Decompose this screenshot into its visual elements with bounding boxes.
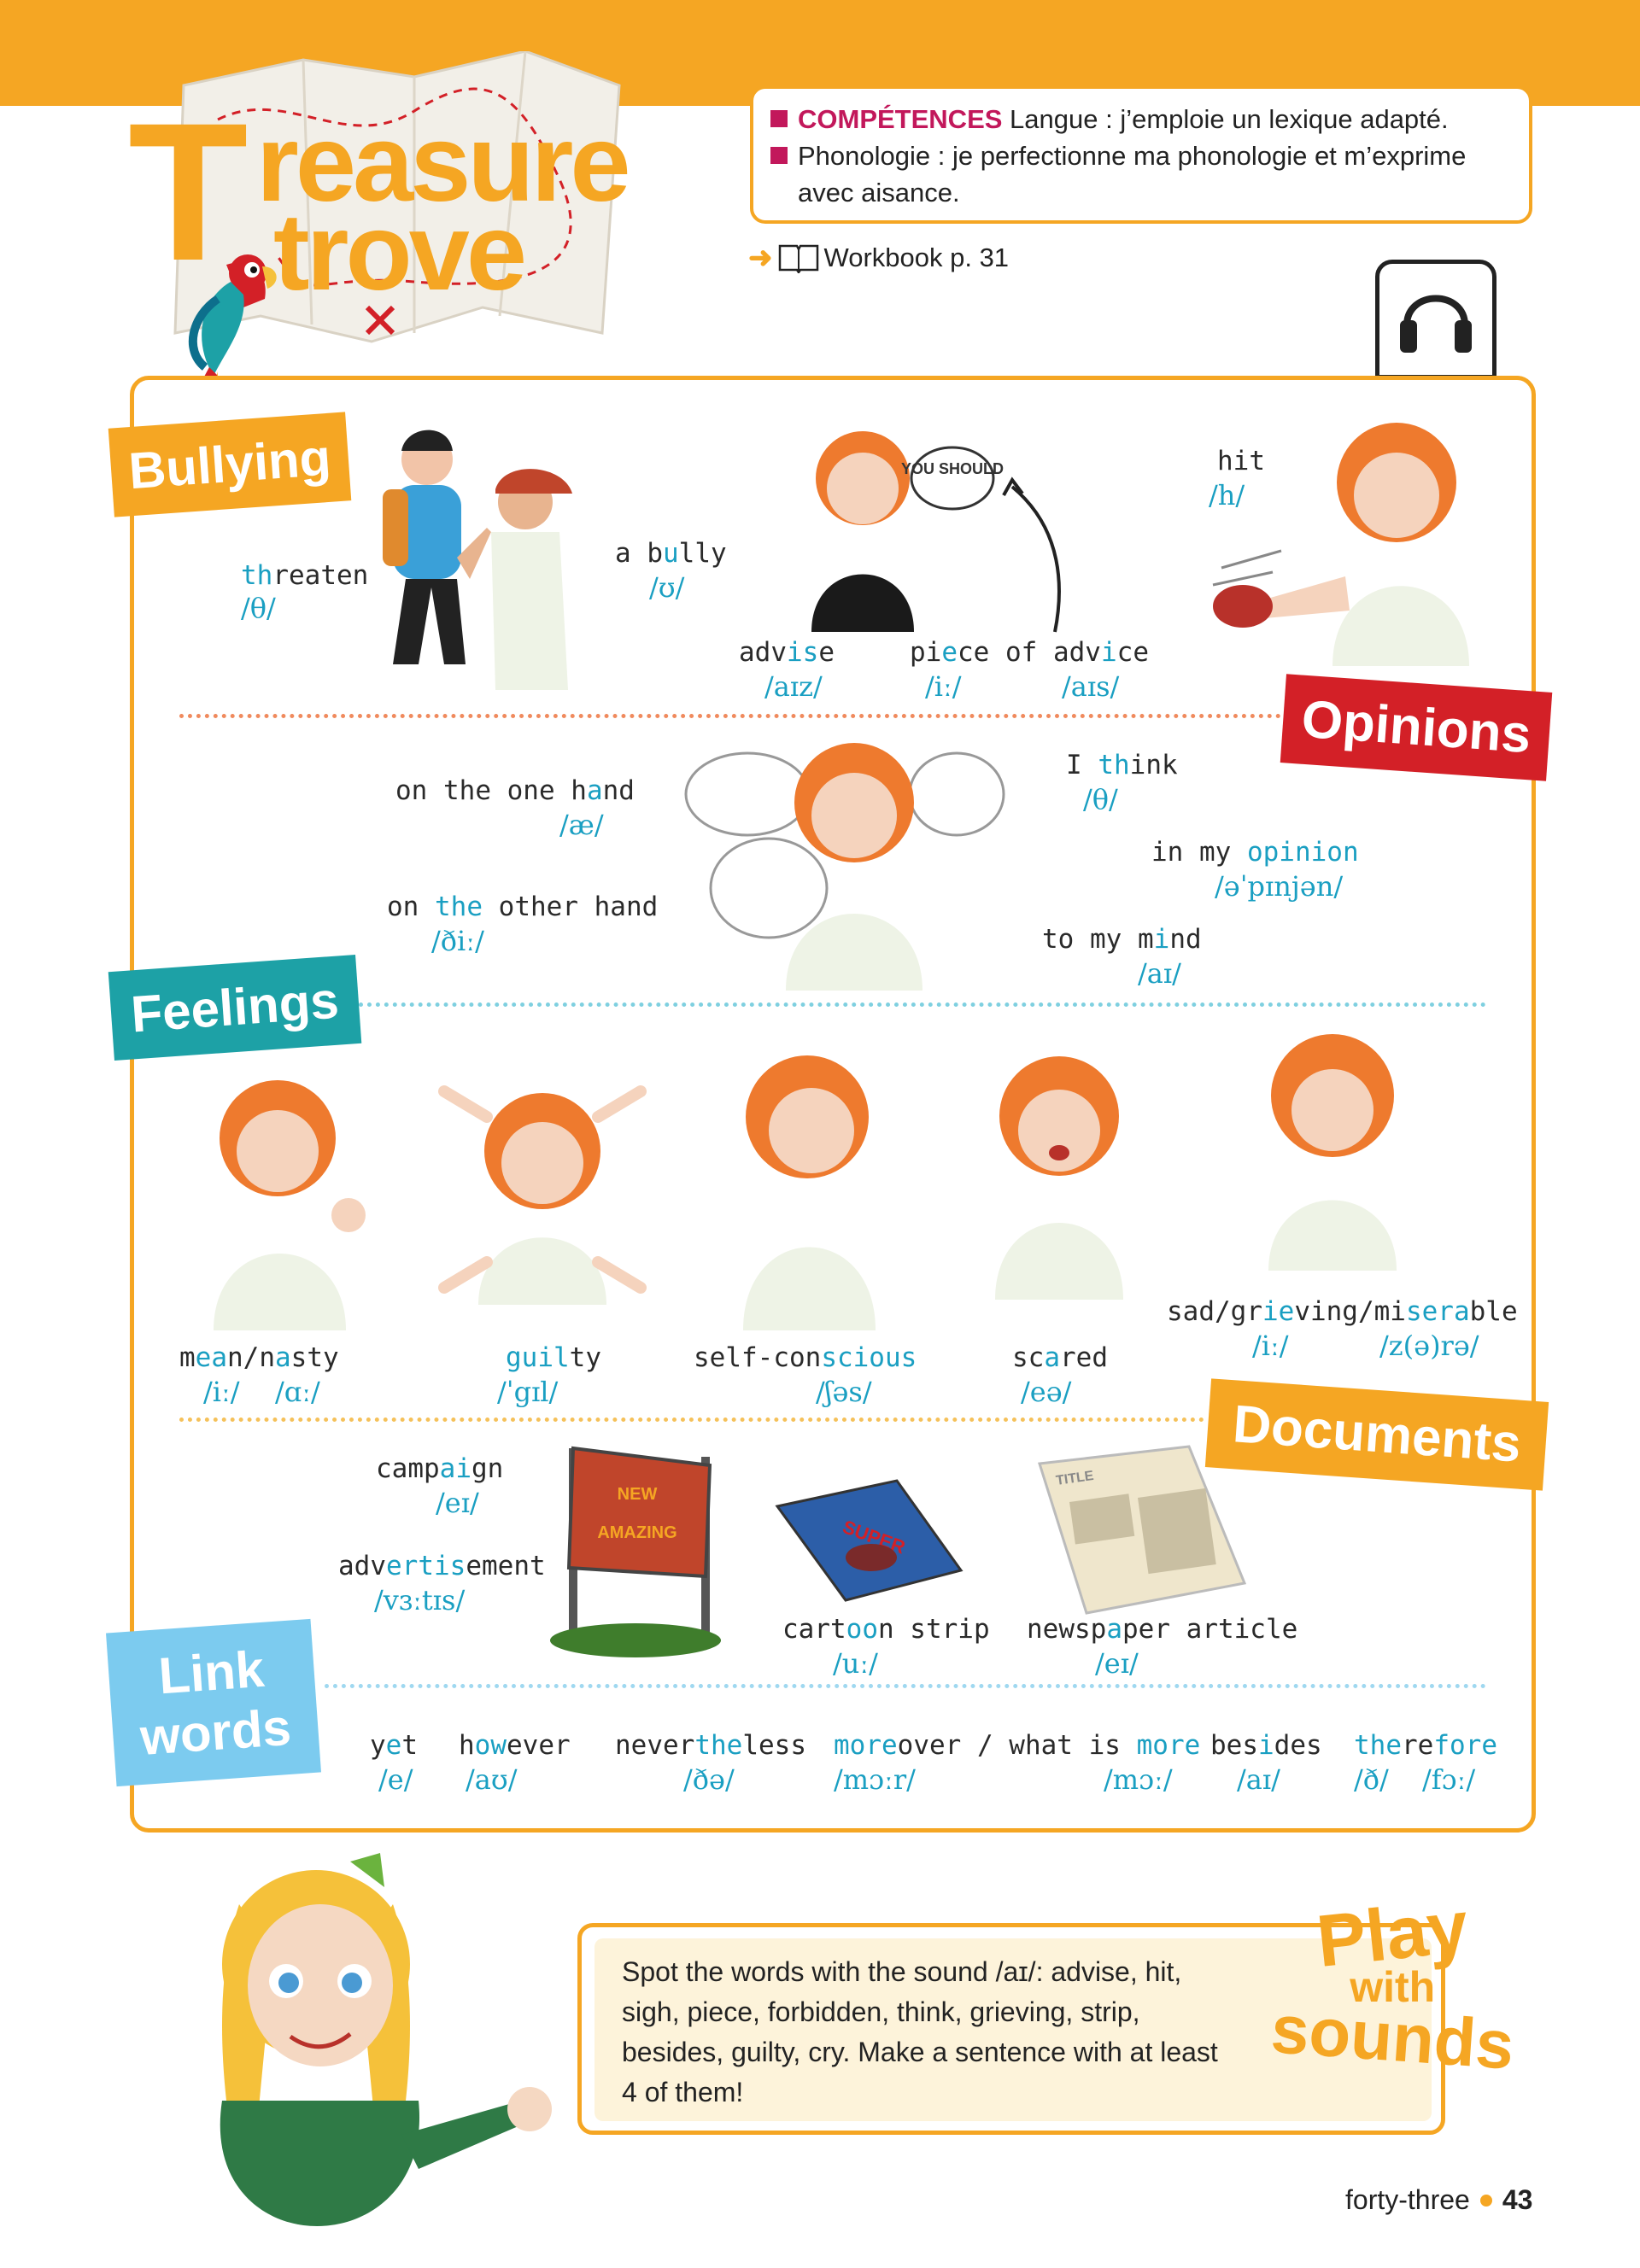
workbook-link[interactable]: ➜ Workbook p. 31 — [748, 241, 1009, 275]
section-opinions: Opinions — [1280, 674, 1553, 781]
separator-feelings — [359, 1002, 1486, 1007]
phonetic-self-conscious: /ʃəs/ — [816, 1376, 872, 1408]
word-newspaper-article: newspaper article — [1027, 1614, 1298, 1645]
phonetic-advice: /aɪs/ — [1062, 670, 1120, 703]
word-self-conscious: self-conscious — [694, 1342, 917, 1373]
phonetic-nevertheless: /ðə/ — [683, 1763, 735, 1796]
word-a-bully: a bully — [615, 538, 727, 569]
word-yet: yet — [370, 1730, 419, 1761]
mean-girl-illustration — [214, 1080, 366, 1330]
footer-dot-icon — [1479, 2194, 1492, 2207]
phonetic-however: /aʊ/ — [466, 1763, 518, 1796]
competences-text-1: Langue : j’emploie un lexique adapté. — [1002, 104, 1449, 134]
word-advise: advise — [739, 637, 835, 668]
word-in-my-opinion: in my opinion — [1151, 837, 1359, 868]
hit-girl-illustration — [1212, 423, 1469, 666]
word-campaign: campaign — [376, 1453, 504, 1484]
blonde-girl-illustration — [220, 1853, 552, 2226]
phonetic-cartoon: /uː/ — [833, 1647, 878, 1680]
phonetic-nasty: /ɑː/ — [275, 1376, 320, 1408]
play-with-sounds-title: Play with sounds — [1268, 1885, 1516, 2084]
scared-girl-illustration — [995, 1056, 1123, 1300]
bullying-scene-illustration — [383, 430, 572, 690]
phonetic-grieving: /iː/ — [1252, 1330, 1289, 1362]
phonetic-campaign: /eɪ/ — [436, 1487, 479, 1519]
play-title-word-3: sounds — [1268, 1990, 1517, 2084]
word-nevertheless: nevertheless — [615, 1730, 806, 1761]
page-footer: forty-three 43 — [1345, 2184, 1532, 2216]
phonetic-one-hand: /æ/ — [559, 809, 604, 841]
phonetic-threaten: /θ/ — [241, 592, 276, 624]
word-on-the-one-hand: on the one hand — [395, 775, 635, 806]
bubble-you-should: YOU SHOULD — [901, 460, 1004, 477]
guilty-girl-illustration — [438, 1085, 647, 1305]
word-sad-grieving-miserable: sad/grieving/miserable — [1167, 1296, 1518, 1327]
billboard-text-amazing: AMAZING — [597, 1523, 676, 1542]
book-icon — [778, 244, 818, 273]
separator-link-words — [325, 1684, 1486, 1688]
arrow-right-icon: ➜ — [748, 242, 773, 274]
phonetic-advertisement: /vɜːtɪs/ — [374, 1584, 466, 1616]
competences-text-3: avec aisance. — [798, 178, 960, 208]
word-however: however — [459, 1730, 571, 1761]
phonetic-newspaper: /eɪ/ — [1095, 1647, 1139, 1680]
opinions-girl-illustration — [684, 743, 1005, 991]
word-cartoon-strip: cartoon strip — [782, 1614, 990, 1645]
phonetic-besides: /aɪ/ — [1237, 1763, 1280, 1796]
phonetic-guilty: /ˈgɪl/ — [497, 1376, 559, 1408]
phonetic-advise: /aɪz/ — [764, 670, 823, 703]
phonetic-a-bully: /ʊ/ — [649, 571, 685, 604]
word-mean-nasty: mean/nasty — [179, 1342, 339, 1373]
phonetic-moreover: /mɔːr/ — [834, 1763, 916, 1796]
workbook-label: Workbook p. 31 — [823, 243, 1010, 272]
phonetic-therefore-the: /ð/ — [1354, 1763, 1389, 1796]
separator-documents — [179, 1418, 1204, 1422]
comic-book-illustration: SUPER — [775, 1479, 964, 1602]
section-link-words: Link words — [106, 1618, 321, 1787]
phonetic-think: /θ/ — [1083, 783, 1118, 815]
phonetic-mean: /iː/ — [203, 1376, 240, 1408]
billboard-illustration: NEW AMAZING — [550, 1446, 721, 1657]
section-feelings: Feelings — [108, 955, 362, 1061]
word-guilty: guilty — [506, 1342, 601, 1373]
bullet-square-icon — [770, 110, 788, 127]
word-moreover-what-is-more: moreover / what is more — [834, 1730, 1201, 1761]
billboard-text-new: NEW — [618, 1485, 658, 1504]
self-conscious-girl-illustration — [743, 1055, 876, 1330]
phonetic-other-hand: /ðiː/ — [431, 925, 484, 957]
word-to-my-mind: to my mind — [1042, 924, 1202, 955]
play-with-sounds-text: Spot the words with the sound /aɪ/: advi… — [622, 1956, 1218, 2107]
page-number-words: forty-three — [1345, 2184, 1470, 2215]
advise-girl-illustration: YOU SHOULD — [811, 431, 1061, 633]
competences-line-1: COMPÉTENCES Langue : j’emploie un lexiqu… — [770, 101, 1512, 137]
word-piece-of-advice: piece of advice — [910, 637, 1149, 668]
word-on-the-other-hand: on the other hand — [387, 891, 659, 922]
phonetic-mind: /aɪ/ — [1138, 957, 1181, 990]
competences-box: COMPÉTENCES Langue : j’emploie un lexiqu… — [750, 85, 1532, 224]
word-therefore: therefore — [1354, 1730, 1497, 1761]
phonetic-miserable: /z(ə)rə/ — [1379, 1330, 1479, 1362]
word-besides: besides — [1210, 1730, 1322, 1761]
competences-line-2: Phonologie : je perfectionne ma phonolog… — [770, 137, 1512, 174]
competences-text-2: Phonologie : je perfectionne ma phonolog… — [798, 141, 1467, 171]
bullet-square-icon — [770, 147, 788, 164]
title-line2: trove — [273, 191, 527, 313]
word-threaten: threaten — [241, 560, 369, 591]
newspaper-illustration: TITLE — [1038, 1445, 1247, 1615]
phonetic-yet: /e/ — [378, 1763, 413, 1796]
competences-label: COMPÉTENCES — [798, 104, 1003, 134]
phonetic-piece: /iː/ — [925, 670, 962, 703]
section-bullying: Bullying — [108, 412, 352, 517]
word-advertisement: advertisement — [338, 1551, 546, 1581]
word-scared: scared — [1012, 1342, 1108, 1373]
phonetic-opinion: /əˈpɪnjən/ — [1215, 870, 1344, 903]
word-i-think: I think — [1066, 750, 1178, 780]
phonetic-what-is-more: /mɔː/ — [1104, 1763, 1173, 1796]
page-number: 43 — [1502, 2184, 1533, 2215]
phonetic-therefore-fore: /fɔː/ — [1422, 1763, 1476, 1796]
phonetic-scared: /eə/ — [1021, 1376, 1072, 1408]
headphones-icon — [1400, 295, 1472, 353]
sad-girl-illustration — [1268, 1034, 1397, 1271]
separator-opinions — [179, 714, 1281, 718]
